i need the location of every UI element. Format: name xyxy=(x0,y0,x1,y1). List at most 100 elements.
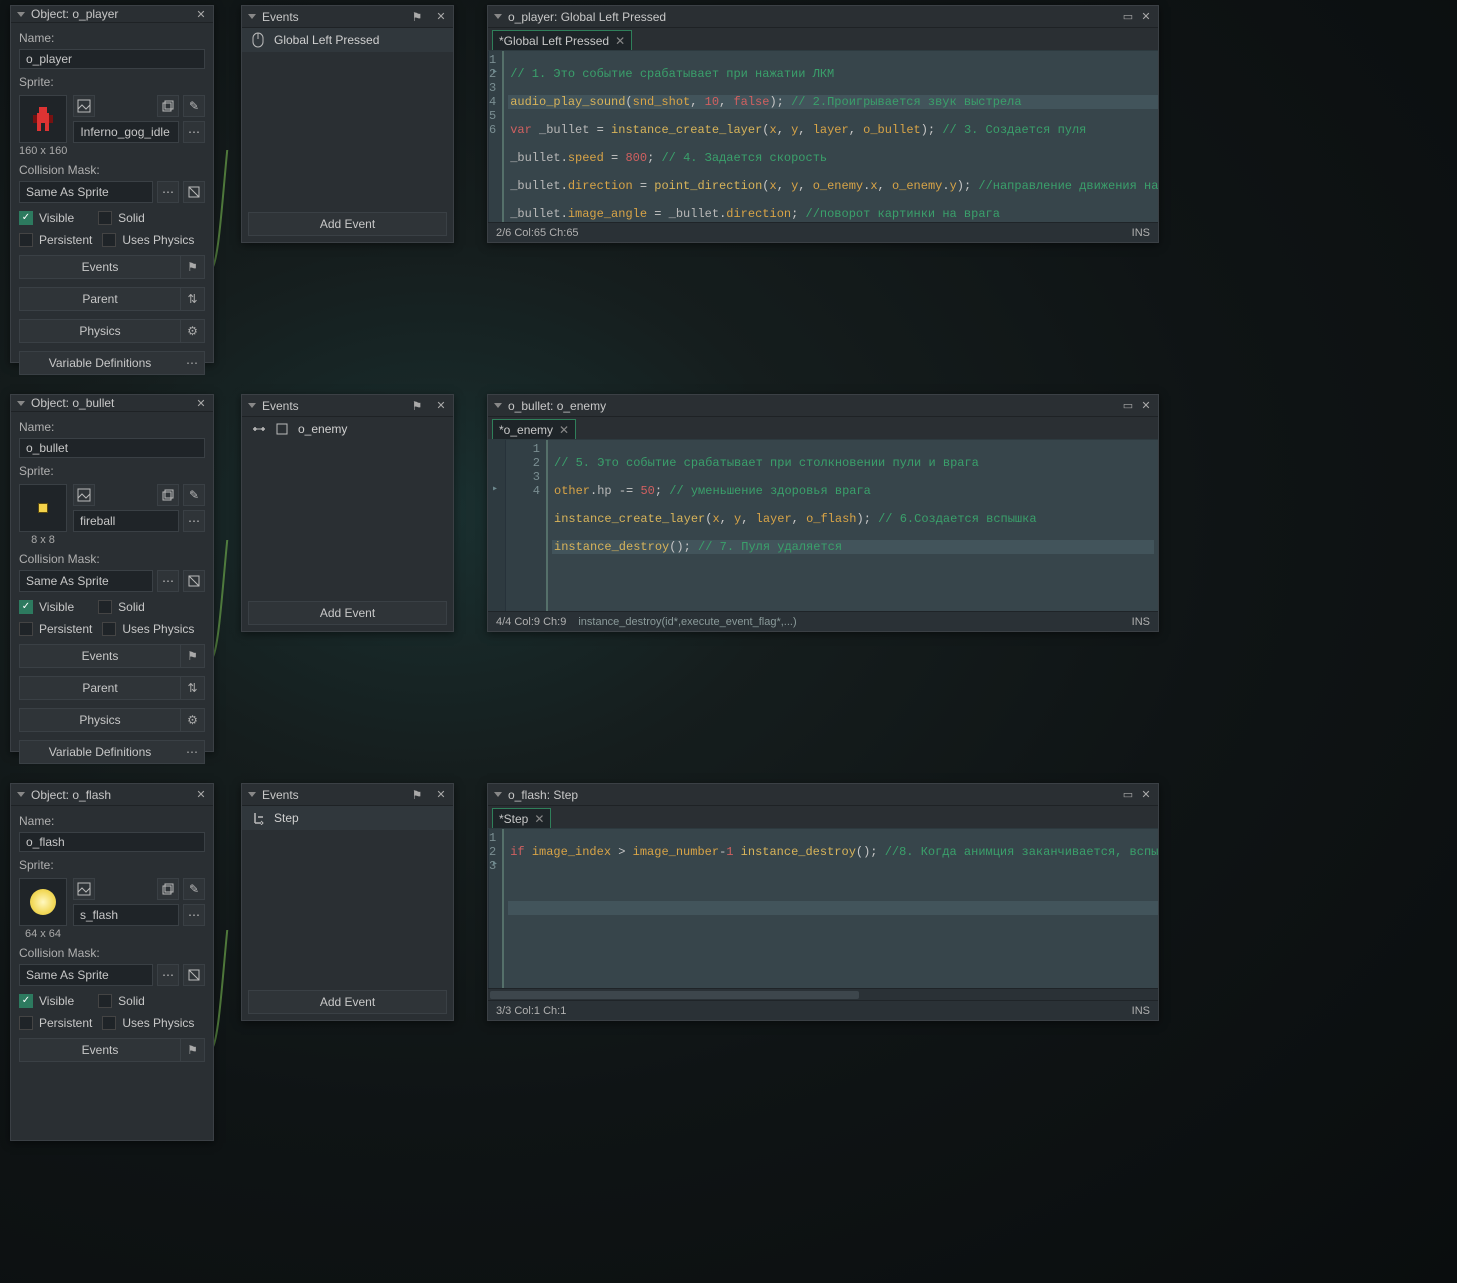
code-tab[interactable]: *Global Left Pressed ✕ xyxy=(492,30,632,50)
code-titlebar[interactable]: o_bullet: o_enemy ▭ ✕ xyxy=(488,395,1158,417)
events-button[interactable]: Events⚑ xyxy=(19,1038,205,1062)
collapse-icon[interactable] xyxy=(494,403,502,408)
collapse-icon[interactable] xyxy=(248,14,256,19)
name-input[interactable]: o_player xyxy=(19,49,205,69)
mask-edit-button[interactable] xyxy=(183,181,205,203)
close-icon[interactable]: ✕ xyxy=(1138,9,1154,25)
events-titlebar[interactable]: Events ⚑ ✕ xyxy=(242,395,453,417)
sprite-more-button[interactable]: ⋯ xyxy=(183,904,205,926)
close-icon[interactable]: ✕ xyxy=(433,787,449,803)
object-panel-titlebar[interactable]: Object: o_flash ✕ xyxy=(11,784,213,806)
add-event-button[interactable]: Add Event xyxy=(248,601,447,625)
physics-button[interactable]: Physics⚙ xyxy=(19,319,205,343)
sprite-edit-button[interactable]: ✎ xyxy=(183,878,205,900)
collapse-icon[interactable] xyxy=(17,401,25,406)
object-panel-titlebar[interactable]: Object: o_bullet ✕ xyxy=(11,395,213,412)
events-button[interactable]: Events⚑ xyxy=(19,644,205,668)
close-icon[interactable]: ✕ xyxy=(1138,787,1154,803)
object-panel-titlebar[interactable]: Object: o_player ✕ xyxy=(11,6,213,23)
sprite-more-button[interactable]: ⋯ xyxy=(183,510,205,532)
event-item-collision-enemy[interactable]: o_enemy xyxy=(242,417,453,441)
events-titlebar[interactable]: Events ⚑ ✕ xyxy=(242,784,453,806)
code-titlebar[interactable]: o_player: Global Left Pressed ▭ ✕ xyxy=(488,6,1158,28)
close-icon[interactable]: ✕ xyxy=(193,395,209,411)
sprite-name-field[interactable]: fireball xyxy=(73,510,179,532)
solid-checkbox[interactable]: Solid xyxy=(98,994,145,1008)
code-editor[interactable]: ▸ 123456 // 1. Это событие срабатывает п… xyxy=(488,50,1158,222)
maximize-icon[interactable]: ▭ xyxy=(1120,398,1136,414)
sprite-edit-button[interactable]: ✎ xyxy=(183,95,205,117)
collapse-icon[interactable] xyxy=(248,792,256,797)
code-lines[interactable]: // 1. Это событие срабатывает при нажати… xyxy=(504,51,1158,222)
mask-more-button[interactable]: ⋯ xyxy=(157,570,179,592)
sprite-more-button[interactable]: ⋯ xyxy=(183,121,205,143)
mask-select[interactable]: Same As Sprite xyxy=(19,570,153,592)
fold-icon[interactable]: ▸ xyxy=(492,858,498,870)
collapse-icon[interactable] xyxy=(494,14,502,19)
fold-icon[interactable]: ▸ xyxy=(492,483,498,495)
sprite-select-button[interactable] xyxy=(73,484,95,506)
mask-select[interactable]: Same As Sprite xyxy=(19,964,153,986)
collapse-icon[interactable] xyxy=(17,12,25,17)
persistent-checkbox[interactable]: Persistent xyxy=(19,233,92,247)
visible-checkbox[interactable]: Visible xyxy=(19,211,74,225)
code-tab[interactable]: *Step ✕ xyxy=(492,808,551,828)
solid-checkbox[interactable]: Solid xyxy=(98,211,145,225)
sprite-name-field[interactable]: s_flash xyxy=(73,904,179,926)
flag-icon[interactable]: ⚑ xyxy=(409,787,425,803)
add-event-button[interactable]: Add Event xyxy=(248,212,447,236)
maximize-icon[interactable]: ▭ xyxy=(1120,9,1136,25)
physics-button[interactable]: Physics⚙ xyxy=(19,708,205,732)
sprite-select-button[interactable] xyxy=(73,95,95,117)
vardefs-button[interactable]: Variable Definitions⋯ xyxy=(19,740,205,764)
code-titlebar[interactable]: o_flash: Step ▭ ✕ xyxy=(488,784,1158,806)
persistent-checkbox[interactable]: Persistent xyxy=(19,1016,92,1030)
event-item-step[interactable]: Step xyxy=(242,806,453,830)
maximize-icon[interactable]: ▭ xyxy=(1120,787,1136,803)
close-icon[interactable]: ✕ xyxy=(1138,398,1154,414)
tab-close-icon[interactable]: ✕ xyxy=(534,812,544,826)
physics-checkbox[interactable]: Uses Physics xyxy=(102,622,194,636)
close-icon[interactable]: ✕ xyxy=(433,398,449,414)
sprite-edit-button[interactable]: ✎ xyxy=(183,484,205,506)
visible-checkbox[interactable]: Visible xyxy=(19,600,74,614)
persistent-checkbox[interactable]: Persistent xyxy=(19,622,92,636)
close-icon[interactable]: ✕ xyxy=(193,787,209,803)
sprite-new-button[interactable] xyxy=(157,878,179,900)
sprite-select-button[interactable] xyxy=(73,878,95,900)
solid-checkbox[interactable]: Solid xyxy=(98,600,145,614)
close-icon[interactable]: ✕ xyxy=(193,6,209,22)
parent-button[interactable]: Parent⇅ xyxy=(19,676,205,700)
collapse-icon[interactable] xyxy=(248,403,256,408)
events-button[interactable]: Events⚑ xyxy=(19,255,205,279)
mask-edit-button[interactable] xyxy=(183,570,205,592)
mask-more-button[interactable]: ⋯ xyxy=(157,964,179,986)
flag-icon[interactable]: ⚑ xyxy=(409,398,425,414)
fold-icon[interactable]: ▸ xyxy=(492,66,498,78)
sprite-name-field[interactable]: Inferno_gog_idle xyxy=(73,121,179,143)
code-lines[interactable]: // 5. Это событие срабатывает при столкн… xyxy=(548,440,1158,611)
name-input[interactable]: o_bullet xyxy=(19,438,205,458)
add-event-button[interactable]: Add Event xyxy=(248,990,447,1014)
collapse-icon[interactable] xyxy=(494,792,502,797)
physics-checkbox[interactable]: Uses Physics xyxy=(102,1016,194,1030)
close-icon[interactable]: ✕ xyxy=(433,9,449,25)
collapse-icon[interactable] xyxy=(17,792,25,797)
sprite-preview[interactable] xyxy=(19,484,67,532)
events-titlebar[interactable]: Events ⚑ ✕ xyxy=(242,6,453,28)
sprite-preview[interactable] xyxy=(19,878,67,926)
mask-select[interactable]: Same As Sprite xyxy=(19,181,153,203)
event-item-global-left-pressed[interactable]: Global Left Pressed xyxy=(242,28,453,52)
sprite-preview[interactable] xyxy=(19,95,67,143)
tab-close-icon[interactable]: ✕ xyxy=(559,423,569,437)
mask-more-button[interactable]: ⋯ xyxy=(157,181,179,203)
code-editor[interactable]: ▸ 123 if image_index > image_number-1 in… xyxy=(488,828,1158,988)
code-tab[interactable]: *o_enemy ✕ xyxy=(492,419,576,439)
parent-button[interactable]: Parent⇅ xyxy=(19,287,205,311)
sprite-new-button[interactable] xyxy=(157,484,179,506)
code-lines[interactable]: if image_index > image_number-1 instance… xyxy=(504,829,1158,988)
vardefs-button[interactable]: Variable Definitions⋯ xyxy=(19,351,205,375)
h-scrollbar[interactable] xyxy=(488,988,1158,1000)
mask-edit-button[interactable] xyxy=(183,964,205,986)
visible-checkbox[interactable]: Visible xyxy=(19,994,74,1008)
